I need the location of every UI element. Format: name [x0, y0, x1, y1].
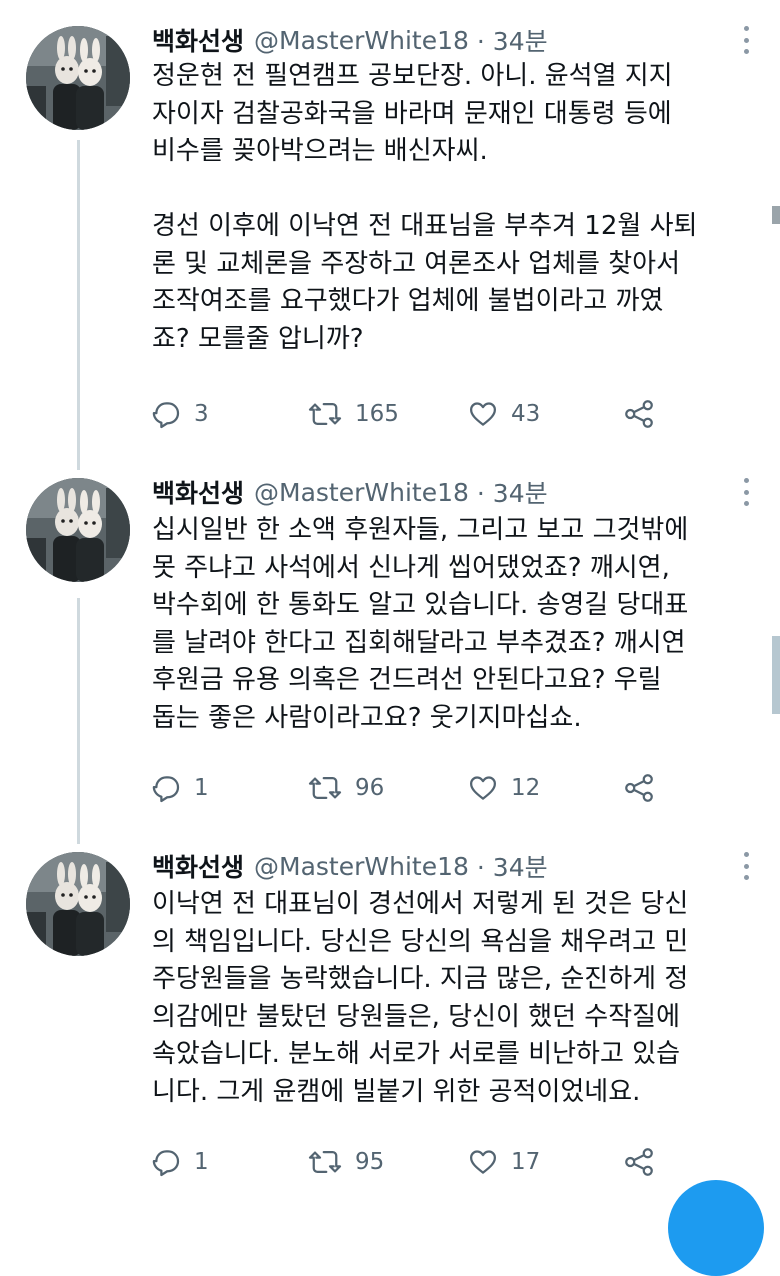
- reply-count: 3: [194, 401, 209, 427]
- reply-icon: [152, 1150, 180, 1177]
- more-icon[interactable]: [740, 852, 752, 880]
- user-handle[interactable]: @MasterWhite18: [254, 26, 469, 55]
- tweet-actions: 3 165 43: [152, 394, 672, 434]
- tweet-text-line: 돕는 좋은 사람이라고요? 웃기지마십쇼.: [152, 702, 582, 733]
- retweet-button[interactable]: 96: [307, 773, 467, 803]
- retweet-button[interactable]: 165: [307, 399, 467, 429]
- timestamp[interactable]: · 34분: [477, 848, 548, 884]
- share-button[interactable]: [622, 1147, 656, 1177]
- profile-photo: [26, 478, 130, 582]
- retweet-icon: [308, 403, 342, 425]
- tweet-text-line: 의감에만 불탔던 당원들은, 당신이 했던 수작질에: [152, 1001, 680, 1032]
- display-name[interactable]: 백화선생: [152, 848, 244, 884]
- tweet-text-line: 비수를 꽂아박으려는 배신자씨.: [152, 136, 488, 166]
- user-handle[interactable]: @MasterWhite18: [254, 478, 469, 507]
- retweet-icon: [308, 777, 342, 799]
- tweet-header: 백화선생 @MasterWhite18 · 34분: [152, 472, 548, 512]
- tweet-text-line: 이낙연 전 대표님이 경선에서 저렇게 된 것은 당신: [152, 889, 689, 919]
- like-button[interactable]: 43: [467, 399, 622, 429]
- avatar[interactable]: [26, 852, 130, 956]
- retweet-icon: [308, 1151, 342, 1173]
- tweet-text-line: 니다. 그게 윤캠에 빌붙기 위한 공적이었네요.: [152, 1076, 641, 1107]
- tweet-text-line: 속았습니다. 분노해 서로가 서로를 비난하고 있습: [152, 1039, 680, 1069]
- retweet-count: 165: [355, 401, 399, 427]
- reply-icon: [152, 402, 180, 429]
- timestamp[interactable]: · 34분: [477, 474, 548, 510]
- tweet-text-line: 후원금 유용 의혹은 건드려선 안된다고요? 우릴: [152, 665, 662, 695]
- share-button[interactable]: [622, 399, 656, 429]
- like-count: 12: [511, 775, 541, 801]
- profile-photo: [26, 852, 130, 956]
- tweet[interactable]: 백화선생 @MasterWhite18 · 34분 이낙연 전 대표님이 경선에…: [0, 836, 780, 1196]
- tweet-text-line: 정운현 전 필연캠프 공보단장. 아니. 윤석열 지지: [152, 61, 673, 91]
- like-count: 17: [511, 1149, 541, 1175]
- tweet-text-line: 조작여조를 요구했다가 업체에 불법이라고 까였: [152, 286, 664, 316]
- tweet-actions: 1 96 12: [152, 768, 672, 808]
- avatar[interactable]: [26, 26, 130, 130]
- reply-button[interactable]: 1: [152, 773, 307, 803]
- like-icon: [470, 402, 496, 426]
- like-icon: [470, 776, 496, 800]
- reply-button[interactable]: 3: [152, 399, 307, 429]
- tweet-text-line: 의 책임입니다. 당신은 당신의 욕심을 채우려고 민: [152, 926, 689, 957]
- tweet-text-line: 경선 이후에 이낙연 전 대표님을 부추겨 12월 사퇴: [152, 211, 698, 241]
- timestamp[interactable]: · 34분: [477, 22, 548, 58]
- tweet[interactable]: 백화선생 @MasterWhite18 · 34분 정운현 전 필연캠프 공보단…: [0, 0, 780, 460]
- like-button[interactable]: 17: [467, 1147, 622, 1177]
- display-name[interactable]: 백화선생: [152, 22, 244, 58]
- tweet-text-line: 를 날려야 한다고 집회해달라고 부추겼죠? 깨시연: [152, 627, 686, 658]
- tweet[interactable]: 백화선생 @MasterWhite18 · 34분 십시일반 한 소액 후원자들…: [0, 460, 780, 836]
- reply-button[interactable]: 1: [152, 1147, 307, 1177]
- like-button[interactable]: 12: [467, 773, 622, 803]
- like-icon: [470, 1150, 496, 1174]
- tweet-text: 이낙연 전 대표님이 경선에서 저렇게 된 것은 당신 의 책임입니다. 당신은…: [152, 886, 762, 1111]
- more-icon[interactable]: [740, 478, 752, 506]
- reply-icon: [152, 776, 180, 803]
- more-icon[interactable]: [740, 26, 752, 54]
- tweet-text-line: 못 주냐고 사석에서 신나게 씹어댔었죠? 깨시연,: [152, 552, 670, 583]
- share-button[interactable]: [622, 773, 656, 803]
- tweet-text-line: 론 및 교체론을 주장하고 여론조사 업체를 찾아서: [152, 248, 680, 279]
- tweet-text-line: 주당원들을 농락했습니다. 지금 많은, 순진하게 정: [152, 964, 689, 994]
- tweet-text: 정운현 전 필연캠프 공보단장. 아니. 윤석열 지지 자이자 검찰공화국을 바…: [152, 58, 762, 358]
- tweet-text-line: 십시일반 한 소액 후원자들, 그리고 보고 그것밖에: [152, 515, 689, 545]
- tweet-header: 백화선생 @MasterWhite18 · 34분: [152, 846, 548, 886]
- avatar[interactable]: [26, 478, 130, 582]
- tweet-header: 백화선생 @MasterWhite18 · 34분: [152, 20, 548, 60]
- compose-tweet-button[interactable]: [668, 1180, 764, 1276]
- tweet-text: 십시일반 한 소액 후원자들, 그리고 보고 그것밖에 못 주냐고 사석에서 신…: [152, 512, 762, 737]
- tweet-text-line: 자이자 검찰공화국을 바라며 문재인 대통령 등에: [152, 98, 672, 129]
- like-count: 43: [511, 401, 541, 427]
- share-icon: [625, 400, 653, 428]
- tweet-text-line: 박수회에 한 통화도 알고 있습니다. 송영길 당대표: [152, 590, 689, 620]
- display-name[interactable]: 백화선생: [152, 474, 244, 510]
- retweet-count: 95: [355, 1149, 385, 1175]
- retweet-count: 96: [355, 775, 385, 801]
- tweet-text-line: 죠? 모를줄 압니까?: [152, 323, 364, 354]
- share-icon: [625, 1148, 653, 1176]
- reply-count: 1: [194, 775, 209, 801]
- profile-photo: [26, 26, 130, 130]
- user-handle[interactable]: @MasterWhite18: [254, 852, 469, 881]
- tweet-actions: 1 95 17: [152, 1142, 672, 1182]
- retweet-button[interactable]: 95: [307, 1147, 467, 1177]
- reply-count: 1: [194, 1149, 209, 1175]
- share-icon: [625, 774, 653, 802]
